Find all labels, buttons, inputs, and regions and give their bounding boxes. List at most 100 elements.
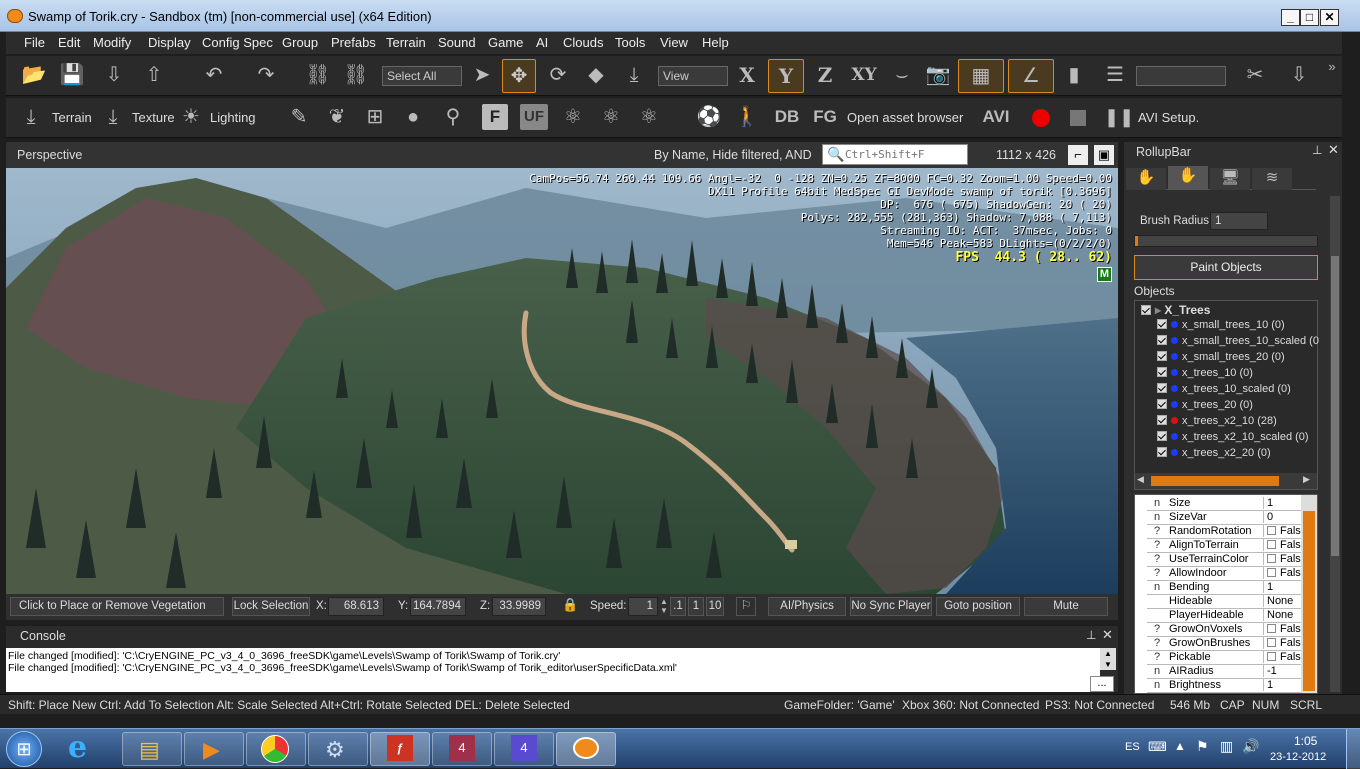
menu-help[interactable]: Help (702, 35, 729, 50)
property-row[interactable]: ? GrowOnBrushes False (1147, 637, 1311, 651)
stop-icon[interactable] (1070, 110, 1086, 126)
layer-properties-icon[interactable]: ☰ (1100, 58, 1130, 92)
menu-clouds[interactable]: Clouds (563, 35, 603, 50)
axis-xy-button[interactable]: XY (846, 58, 882, 92)
coordinate-system-dropdown[interactable]: View (658, 66, 728, 86)
entity-icon[interactable]: ● (398, 100, 428, 134)
property-row[interactable]: ? Pickable False (1147, 651, 1311, 665)
menu-tools[interactable]: Tools (615, 35, 645, 50)
x-coordinate-input[interactable]: 68.613 (328, 597, 384, 616)
property-row[interactable]: n Brightness 1 (1147, 679, 1311, 693)
pin-rollup-icon[interactable]: ⊥ (1312, 143, 1322, 157)
tools-icon[interactable]: ✂ (1240, 58, 1270, 92)
flash-task[interactable]: ƒ (370, 732, 430, 766)
language-indicator[interactable]: ES (1125, 741, 1140, 753)
redo-icon[interactable]: ↷ (250, 58, 282, 92)
speed-spinner[interactable]: ▲ ▼ (660, 597, 668, 616)
grid-snap-icon[interactable]: ▦ (958, 59, 1004, 93)
lock-selection-button[interactable]: Lock Selection (232, 597, 310, 616)
property-row[interactable]: ? AlignToTerrain False (1147, 539, 1311, 553)
z-coordinate-input[interactable]: 33.9989 (492, 597, 546, 616)
open-icon[interactable]: 📂 (18, 58, 50, 92)
clock-date[interactable]: 23-12-2012 (1270, 751, 1326, 763)
texture-icon[interactable]: ⤓ (98, 100, 128, 134)
link-icon[interactable]: ⛓ (302, 58, 334, 92)
physics-icon[interactable]: ⚲ (438, 100, 468, 134)
selection-mask-dropdown[interactable]: Select All (382, 66, 462, 86)
list-item[interactable]: x_small_trees_10_scaled (0 (1157, 335, 1339, 351)
property-row[interactable]: ? GrowOnVoxels False (1147, 623, 1311, 637)
console-log[interactable]: File changed [modified]: 'C:\CryENGINE_P… (6, 648, 1100, 692)
axis-y-button[interactable]: Y (768, 59, 804, 93)
terrain-icon[interactable]: ⤓ (16, 100, 46, 134)
property-grid[interactable]: n Size 1 n SizeVar 0 ? RandomRotation False ? A… (1134, 494, 1318, 694)
lighting-button[interactable]: Lighting (210, 110, 256, 125)
keyboard-icon[interactable]: ⌨ (1148, 739, 1167, 755)
pause-icon[interactable]: ❚❚ (1104, 100, 1134, 134)
menu-file[interactable]: File (24, 35, 45, 50)
toolbar-overflow-icon[interactable]: » (1324, 50, 1340, 84)
network-icon[interactable]: ▥ (1220, 738, 1233, 755)
brush-radius-slider[interactable] (1134, 235, 1318, 247)
menu-edit[interactable]: Edit (58, 35, 80, 50)
lock-icon[interactable]: 🔒 (562, 597, 578, 615)
property-row[interactable]: Hideable None (1147, 595, 1311, 609)
menu-ai[interactable]: AI (536, 35, 548, 50)
sandbox-task[interactable]: 4 (432, 732, 492, 766)
atom-icon[interactable]: ⚛ (558, 100, 588, 134)
camera-icon[interactable]: 📷 (922, 58, 954, 92)
avi-button[interactable]: AVI (978, 100, 1014, 134)
menu-sound[interactable]: Sound (438, 35, 476, 50)
property-row[interactable]: ? RandomRotation False (1147, 525, 1311, 539)
atom-icon-3[interactable]: ⚛ (634, 100, 664, 134)
brush-icon[interactable]: ✎ (284, 100, 314, 134)
angle-snap-icon[interactable]: ∠ (1008, 59, 1054, 93)
list-item[interactable]: x_small_trees_20 (0) (1157, 351, 1339, 367)
minimize-button[interactable]: _ (1281, 9, 1300, 26)
tab-display-icon[interactable]: 🖥 (1210, 168, 1250, 190)
maximize-viewport-icon[interactable]: ▣ (1094, 145, 1114, 165)
select-arrow-icon[interactable]: ➤ (468, 58, 496, 92)
property-row[interactable]: n SizeVar 0 (1147, 511, 1311, 525)
media-player-task[interactable]: ▶ (184, 732, 244, 766)
texture-button[interactable]: Texture (132, 110, 175, 125)
list-item[interactable]: x_small_trees_10 (0) (1157, 319, 1339, 335)
menu-group[interactable]: Group (282, 35, 318, 50)
menu-terrain[interactable]: Terrain (386, 35, 426, 50)
no-sync-player-button[interactable]: No Sync Player (850, 597, 932, 616)
move-icon[interactable]: ✥ (502, 59, 536, 93)
menu-config-spec[interactable]: Config Spec (202, 35, 273, 50)
fg-button[interactable]: FG (810, 100, 840, 134)
list-item[interactable]: x_trees_10_scaled (0) (1157, 383, 1339, 399)
ai-physics-button[interactable]: AI/Physics (768, 597, 846, 616)
list-item[interactable]: x_trees_10 (0) (1157, 367, 1339, 383)
volume-icon[interactable]: 🔊 (1242, 738, 1259, 755)
unlink-icon[interactable]: ⛓ (340, 58, 372, 92)
menu-game[interactable]: Game (488, 35, 523, 50)
menu-modify[interactable]: Modify (93, 35, 131, 50)
scale-icon[interactable]: ◆ (580, 58, 612, 92)
import-icon[interactable]: ⇧ (138, 58, 170, 92)
terrain-snap-icon[interactable]: ⌣ (886, 58, 918, 92)
console-scrollbar[interactable]: ▲ ▼ (1100, 648, 1116, 670)
list-item[interactable]: x_trees_20 (0) (1157, 399, 1339, 415)
goto-position-button[interactable]: Goto position (936, 597, 1020, 616)
export-icon[interactable]: ⇩ (98, 58, 130, 92)
uf-button[interactable]: UF (520, 104, 548, 130)
pin-console-icon[interactable]: ⊥ (1086, 628, 1096, 642)
list-horizontal-scrollbar[interactable]: ◀ ▶ (1135, 473, 1317, 489)
f-button[interactable]: F (482, 104, 508, 130)
axis-z-button[interactable]: Z (810, 58, 840, 92)
tab-terrain-icon[interactable]: ✋ (1168, 166, 1208, 190)
undo-icon[interactable]: ↶ (198, 58, 230, 92)
character-icon[interactable]: 🚶 (732, 100, 762, 134)
speed-1-button[interactable]: 1 (688, 597, 704, 616)
vegetation-object-list[interactable]: ▸ X_Trees x_small_trees_10 (0) x_small_t… (1134, 300, 1319, 490)
menu-prefabs[interactable]: Prefabs (331, 35, 376, 50)
tab-objects-icon[interactable]: ✋ (1126, 168, 1166, 190)
list-item[interactable]: x_trees_x2_20 (0) (1157, 447, 1339, 463)
editor-task[interactable]: 4 (494, 732, 554, 766)
speed-0-1-button[interactable]: .1 (670, 597, 686, 616)
property-row[interactable]: ? UseTerrainColor False (1147, 553, 1311, 567)
file-explorer-task[interactable]: ▤ (122, 732, 182, 766)
